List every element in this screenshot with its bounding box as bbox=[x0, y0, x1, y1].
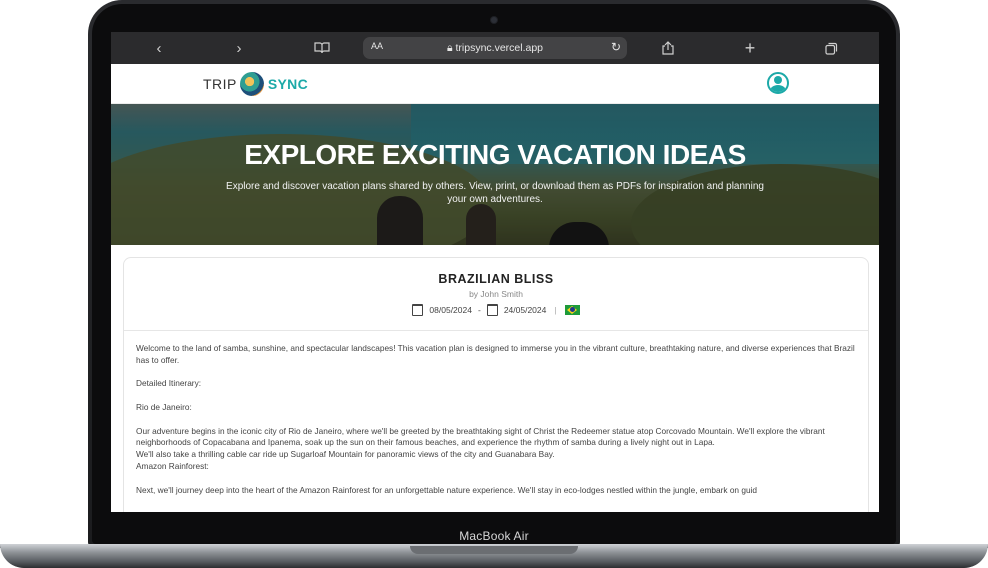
app-header: TRIP SYNC bbox=[111, 64, 879, 104]
logo-text-trip: TRIP bbox=[203, 76, 237, 92]
browser-screen: ‹ › AA 🔒︎ tripsync.vercel.app ↻ + TRIP S… bbox=[111, 32, 879, 512]
hero-title: EXPLORE EXCITING VACATION IDEAS bbox=[244, 139, 746, 170]
chevron-left-icon[interactable]: ‹ bbox=[147, 32, 171, 64]
vacation-plan-card[interactable]: BRAZILIAN BLISS by John Smith 08/05/2024… bbox=[123, 257, 869, 512]
divider: | bbox=[554, 305, 557, 315]
plan-dates: 08/05/2024 - 24/05/2024 | bbox=[124, 304, 868, 316]
user-avatar-icon[interactable] bbox=[767, 72, 789, 94]
logo-text-sync: SYNC bbox=[267, 76, 308, 92]
hero-banner: EXPLORE EXCITING VACATION IDEAS Explore … bbox=[111, 104, 879, 245]
plan-paragraph: Welcome to the land of samba, sunshine, … bbox=[136, 343, 855, 365]
hero-overlay bbox=[111, 104, 879, 245]
plan-paragraph: Next, we'll journey deep into the heart … bbox=[136, 484, 758, 495]
chevron-right-icon[interactable]: › bbox=[227, 32, 251, 64]
hero-subtitle: Explore and discover vacation plans shar… bbox=[226, 181, 764, 205]
url-display: 🔒︎ tripsync.vercel.app bbox=[363, 42, 627, 55]
plan-title: BRAZILIAN BLISS bbox=[438, 272, 554, 286]
url-text: tripsync.vercel.app bbox=[455, 42, 544, 54]
book-icon[interactable] bbox=[310, 32, 334, 64]
tripsync-logo[interactable]: TRIP SYNC bbox=[203, 71, 308, 97]
plus-icon[interactable]: + bbox=[738, 32, 762, 64]
plan-paragraph: We'll also take a thrilling cable car ri… bbox=[136, 449, 555, 460]
camera-icon bbox=[491, 17, 497, 23]
device-model-label: MacBook Air bbox=[459, 529, 529, 543]
avatar-body bbox=[770, 85, 786, 92]
share-icon[interactable] bbox=[656, 32, 680, 64]
calendar-icon bbox=[412, 304, 424, 316]
plan-paragraph: Amazon Rainforest: bbox=[136, 460, 209, 471]
brazil-flag-icon bbox=[564, 305, 580, 315]
address-bar[interactable]: AA 🔒︎ tripsync.vercel.app ↻ bbox=[363, 37, 627, 59]
calendar-icon bbox=[486, 304, 498, 316]
reload-icon[interactable]: ↻ bbox=[611, 40, 621, 54]
plan-paragraph: Rio de Janeiro: bbox=[136, 401, 192, 412]
browser-toolbar: ‹ › AA 🔒︎ tripsync.vercel.app ↻ + bbox=[111, 32, 879, 64]
plan-header: BRAZILIAN BLISS by John Smith 08/05/2024… bbox=[124, 258, 868, 331]
laptop-notch bbox=[410, 546, 578, 554]
avatar-head bbox=[774, 76, 782, 84]
plan-paragraph: Our adventure begins in the iconic city … bbox=[136, 425, 825, 448]
date-separator: - bbox=[477, 305, 481, 315]
start-date: 08/05/2024 bbox=[429, 305, 472, 315]
plan-author: by John Smith bbox=[469, 289, 523, 299]
tabs-icon[interactable] bbox=[819, 32, 843, 64]
plan-paragraph: Detailed Itinerary: bbox=[136, 378, 202, 389]
plan-description: Welcome to the land of samba, sunshine, … bbox=[136, 343, 856, 508]
globe-icon bbox=[239, 72, 264, 96]
end-date: 24/05/2024 bbox=[503, 305, 547, 315]
